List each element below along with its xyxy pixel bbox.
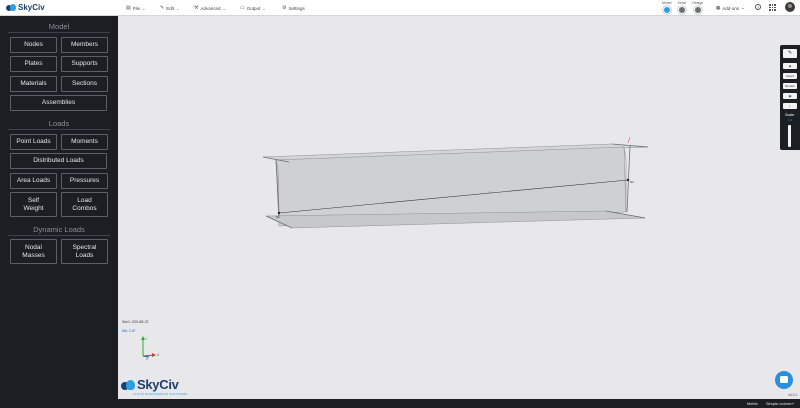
- viewport-logo: SkyCiv: [121, 377, 179, 392]
- section-title-model: Model: [48, 22, 70, 31]
- menu-output[interactable]: ▭ Output ⌄: [240, 5, 266, 11]
- wrench-icon: ⚒: [194, 5, 199, 11]
- menu-edit[interactable]: ✎ Edit ⌄: [160, 5, 179, 11]
- x-axis-label: X: [157, 353, 160, 357]
- mode-solve-label: Solve: [677, 1, 687, 5]
- app-brand: SkyCiv: [18, 3, 45, 12]
- section-title-dynamic-loads: Dynamic Loads: [33, 225, 85, 234]
- grid-icon: ▦: [716, 5, 721, 10]
- pencil-icon: ✎: [160, 5, 165, 11]
- status-bar: Metric Simple-column*: [0, 399, 800, 408]
- materials-button[interactable]: Materials: [10, 76, 57, 92]
- app-logo[interactable]: SkyCiv: [6, 3, 45, 12]
- node-2-label: N2: [630, 180, 634, 184]
- avatar[interactable]: [785, 2, 795, 12]
- mode-model[interactable]: Model: [662, 1, 672, 14]
- menu-file-label: File: [132, 5, 140, 11]
- scale-value: 1.0: [787, 118, 793, 122]
- divider: [8, 235, 110, 236]
- members-button[interactable]: Members: [61, 37, 108, 53]
- monitor-icon: ▭: [240, 5, 245, 11]
- skyciv-logo-icon: [6, 3, 16, 12]
- node-2: [626, 178, 630, 182]
- x-axis-arrow: [152, 353, 156, 357]
- load-combos-button[interactable]: Load Combos: [61, 192, 108, 217]
- local-axis-marker: [627, 136, 631, 144]
- views-button[interactable]: Views: [783, 73, 797, 79]
- member-length-label: Mb: 2.87: [122, 329, 136, 333]
- palette-icon[interactable]: ◐: [783, 103, 797, 109]
- viewport-logo-text: SkyCiv: [137, 377, 179, 392]
- y-axis-label: Y: [145, 337, 148, 341]
- help-icon[interactable]: ?: [755, 4, 761, 10]
- camera-icon[interactable]: ▣: [783, 93, 797, 99]
- addons-menu[interactable]: ▦ Add-ons ⌄: [716, 5, 745, 11]
- menu-file[interactable]: ▤ File ⌄: [126, 5, 145, 11]
- chevron-down-icon: ⌄: [142, 5, 146, 11]
- menu-settings[interactable]: ⚙ Settings: [282, 5, 305, 11]
- sidebar: Model Nodes Members Plates Supports Mate…: [0, 16, 118, 408]
- menu-advanced[interactable]: ⚒ Advanced ⌄: [194, 5, 226, 11]
- menu-edit-label: Edit: [166, 5, 174, 11]
- pencil-tool-icon[interactable]: ✎: [783, 49, 797, 58]
- assemblies-button[interactable]: Assemblies: [10, 95, 107, 111]
- chat-support-button[interactable]: [775, 371, 793, 389]
- eye-icon[interactable]: ◉: [783, 63, 797, 69]
- mode-solve[interactable]: Solve: [677, 1, 687, 14]
- chevron-down-icon: ⌄: [741, 5, 745, 10]
- file-icon: ▤: [126, 5, 131, 11]
- gear-icon: ⚙: [282, 5, 287, 11]
- mode-design-icon: [693, 6, 702, 14]
- section-label: Sec1: 203 UB 22: [122, 320, 149, 324]
- model-viewport[interactable]: N1 N2 1 Sec1: 203 UB 22 Mb: 2.87: [118, 16, 800, 399]
- spectral-loads-button[interactable]: Spectral Loads: [61, 239, 108, 264]
- mode-solve-icon: [677, 6, 686, 14]
- top-bar: SkyCiv ▤ File ⌄ ✎ Edit ⌄ ⚒ Advanced ⌄ ▭ …: [0, 0, 800, 16]
- mode-switcher: Model Solve Design: [662, 1, 703, 14]
- project-name[interactable]: Simple-column*: [766, 401, 794, 406]
- area-loads-button[interactable]: Area Loads: [10, 173, 57, 189]
- point-loads-button[interactable]: Point Loads: [10, 134, 57, 150]
- chevron-down-icon: ⌄: [175, 5, 180, 11]
- divider: [8, 32, 110, 33]
- mode-model-label: Model: [662, 1, 672, 5]
- axis-triad: Y X Z: [141, 336, 160, 361]
- divider: [8, 129, 110, 130]
- scale-slider[interactable]: [788, 125, 791, 147]
- units-indicator[interactable]: Metric: [747, 401, 758, 406]
- moments-button[interactable]: Moments: [61, 134, 108, 150]
- mode-model-icon: [662, 6, 671, 14]
- apps-grid-icon[interactable]: [769, 4, 776, 11]
- mode-design-label: Design: [692, 1, 704, 5]
- version-label: v6.0.1: [788, 393, 798, 397]
- menu-advanced-label: Advanced: [200, 5, 221, 11]
- chevron-down-icon: ⌄: [222, 5, 226, 11]
- pressures-button[interactable]: Pressures: [61, 173, 108, 189]
- plates-button[interactable]: Plates: [10, 56, 57, 72]
- menu-output-label: Output: [246, 5, 261, 11]
- skyciv-logo-icon: [121, 379, 135, 391]
- sections-button[interactable]: Sections: [61, 76, 108, 92]
- mode-design[interactable]: Design: [692, 1, 703, 14]
- node-1-label: N1: [276, 215, 280, 219]
- scale-label: Scale:: [785, 113, 795, 117]
- chevron-down-icon: ⌄: [262, 5, 266, 11]
- render-button[interactable]: Render: [783, 83, 797, 89]
- supports-button[interactable]: Supports: [61, 56, 108, 72]
- menu-settings-label: Settings: [288, 5, 305, 11]
- nodal-masses-button[interactable]: Nodal Masses: [10, 239, 57, 264]
- viewport-logo-tagline: CLOUD ENGINEERING SOFTWARE: [133, 392, 188, 396]
- view-toolbar: ✎ ◉ Views Render ▣ ◐ Scale: 1.0: [780, 45, 800, 150]
- addons-label: Add-ons: [722, 5, 740, 11]
- section-title-loads: Loads: [48, 119, 70, 128]
- nodes-button[interactable]: Nodes: [10, 37, 57, 53]
- distributed-loads-button[interactable]: Distributed Loads: [10, 153, 107, 169]
- node-1: [277, 211, 281, 215]
- z-axis-label: Z: [146, 357, 149, 361]
- self-weight-button[interactable]: Self Weight: [10, 192, 57, 217]
- beam-model-3d[interactable]: N1 N2 1: [118, 16, 800, 399]
